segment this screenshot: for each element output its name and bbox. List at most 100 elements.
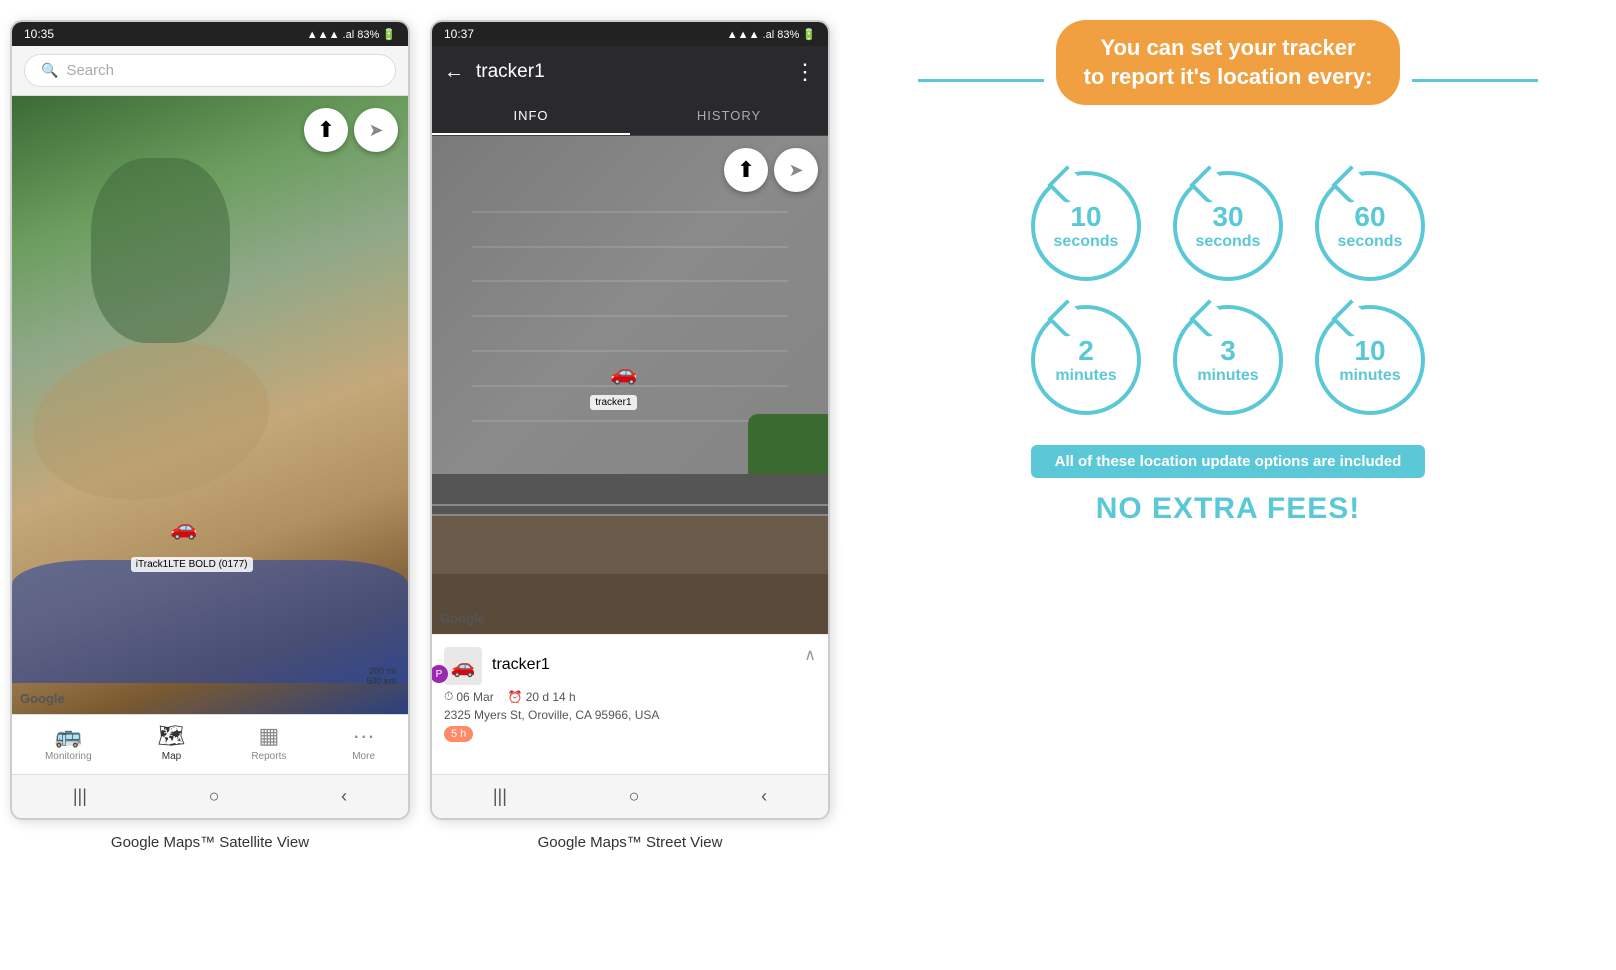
phone1-signal: ▲▲▲ .al 83% 🔋 xyxy=(307,28,396,41)
phone2-header-title: tracker1 xyxy=(476,61,782,83)
ig-no-fees: NO EXTRA FEES! xyxy=(1096,492,1361,526)
circle-unit-1: seconds xyxy=(1196,233,1261,251)
search-icon: 🔍 xyxy=(41,62,58,79)
info-meta: ⏱ 06 Mar ⏰ 20 d 14 h xyxy=(444,689,816,704)
info-row1: 🚗 P tracker1 xyxy=(444,647,816,683)
back-button[interactable]: ← xyxy=(444,61,464,84)
nav-more-label: More xyxy=(352,751,375,762)
ig-line-left xyxy=(918,79,1044,82)
phone1-search-input[interactable]: 🔍 Search xyxy=(24,54,396,87)
android-home-btn[interactable]: ○ xyxy=(209,786,220,807)
nav-map[interactable]: 🗺 Map xyxy=(158,723,186,766)
phone1-bottom-nav: 🚌 Monitoring 🗺 Map ▦ Reports ··· More xyxy=(12,714,408,774)
compass-icon2: ⬆ xyxy=(737,157,755,183)
info-duration: ⏰ 20 d 14 h xyxy=(508,689,576,704)
android-back-btn[interactable]: ‹ xyxy=(341,786,347,807)
ig-title-banner: You can set your tracker to report it's … xyxy=(1056,20,1401,105)
circle-unit-3: minutes xyxy=(1055,367,1116,385)
tracker-thumb-wrapper: 🚗 P xyxy=(444,647,482,683)
tracker-letter-badge: P xyxy=(430,665,448,683)
nav-more[interactable]: ··· More xyxy=(352,723,375,766)
timer-icon: ⏰ xyxy=(508,690,523,704)
chevron-up-icon: ∧ xyxy=(804,645,816,665)
circle-item-1: 30 seconds xyxy=(1173,171,1283,281)
circle-item-0: 10 seconds xyxy=(1031,171,1141,281)
phone2-signal: ▲▲▲ .al 83% 🔋 xyxy=(727,28,816,41)
phone1-tracker-label: iTrack1LTE BOLD (0177) xyxy=(131,557,253,572)
nav-reports-label: Reports xyxy=(251,751,286,762)
time-badge: 5 h xyxy=(444,726,473,742)
phone1-map[interactable]: ⬆ ➤ 🚗 iTrack1LTE BOLD (0177) Google 200 … xyxy=(12,96,408,714)
ig-included-text: All of these location update options are… xyxy=(1055,453,1402,470)
android-menu-btn[interactable]: ||| xyxy=(73,786,87,807)
circle-num-5: 10 xyxy=(1354,335,1385,367)
phone1: 10:35 ▲▲▲ .al 83% 🔋 🔍 Search ⬆ xyxy=(10,20,410,820)
circle-10sec: 10 seconds xyxy=(1031,171,1141,281)
android2-home-btn[interactable]: ○ xyxy=(629,786,640,807)
circle-unit-4: minutes xyxy=(1197,367,1258,385)
monitoring-icon: 🚌 xyxy=(55,723,82,749)
tab-history[interactable]: HISTORY xyxy=(630,98,828,135)
circle-item-4: 3 minutes xyxy=(1173,305,1283,415)
ig-title-line2: to report it's location every: xyxy=(1084,63,1373,92)
circle-3min: 3 minutes xyxy=(1173,305,1283,415)
phone2: 10:37 ▲▲▲ .al 83% 🔋 ← tracker1 ⋮ INFO HI… xyxy=(430,20,830,820)
phone2-status-bar: 10:37 ▲▲▲ .al 83% 🔋 xyxy=(432,22,828,46)
circle-num-3: 2 xyxy=(1078,335,1094,367)
nav-reports[interactable]: ▦ Reports xyxy=(251,723,286,766)
android2-back-btn[interactable]: ‹ xyxy=(761,786,767,807)
ig-circles-grid: 10 seconds 30 seconds 60 seconds 2 minut… xyxy=(1031,171,1425,415)
phone2-car-marker: 🚗 xyxy=(610,360,637,386)
circle-2min: 2 minutes xyxy=(1031,305,1141,415)
tracker-name: tracker1 xyxy=(492,656,550,674)
circle-unit-0: seconds xyxy=(1054,233,1119,251)
phone1-caption: Google Maps™ Satellite View xyxy=(111,834,309,851)
phone1-google-logo: Google xyxy=(20,691,65,706)
phone2-menu-button[interactable]: ⋮ xyxy=(794,59,816,85)
phone1-wrapper: 10:35 ▲▲▲ .al 83% 🔋 🔍 Search ⬆ xyxy=(10,20,410,851)
info-address: 2325 Myers St, Oroville, CA 95966, USA xyxy=(444,708,816,722)
phone1-search-bar[interactable]: 🔍 Search xyxy=(12,46,408,96)
phone2-location-btn[interactable]: ➤ xyxy=(774,148,818,192)
nav-monitoring-label: Monitoring xyxy=(45,751,92,762)
circle-unit-5: minutes xyxy=(1339,367,1400,385)
circle-num-1: 30 xyxy=(1212,201,1243,233)
phone1-compass-btn[interactable]: ⬆ xyxy=(304,108,348,152)
location-icon2: ➤ xyxy=(788,160,803,181)
clock-icon: ⏱ xyxy=(444,689,453,704)
tracker-thumbnail: 🚗 xyxy=(444,647,482,685)
circle-num-0: 10 xyxy=(1070,201,1101,233)
ig-included-banner: All of these location update options are… xyxy=(1031,445,1426,478)
tab-info[interactable]: INFO xyxy=(432,98,630,135)
phone2-caption: Google Maps™ Street View xyxy=(538,834,723,851)
phone2-tracker-label: tracker1 xyxy=(590,395,636,410)
phone2-map[interactable]: ⬆ ➤ 🚗 tracker1 Google xyxy=(432,136,828,634)
phone2-header: ← tracker1 ⋮ xyxy=(432,46,828,98)
phone1-time: 10:35 xyxy=(24,27,54,41)
phone2-compass-btn[interactable]: ⬆ xyxy=(724,148,768,192)
circle-item-2: 60 seconds xyxy=(1315,171,1425,281)
circle-60sec: 60 seconds xyxy=(1315,171,1425,281)
ig-title-line1: You can set your tracker xyxy=(1084,34,1373,63)
compass-icon: ⬆ xyxy=(317,117,335,143)
circle-10min: 10 minutes xyxy=(1315,305,1425,415)
phone2-time: 10:37 xyxy=(444,27,474,41)
phone2-google-logo: Google xyxy=(440,611,485,626)
phone2-wrapper: 10:37 ▲▲▲ .al 83% 🔋 ← tracker1 ⋮ INFO HI… xyxy=(430,20,830,851)
scale-500km: 500 km xyxy=(366,676,396,686)
android2-menu-btn[interactable]: ||| xyxy=(493,786,507,807)
search-placeholder: Search xyxy=(66,62,114,79)
phone1-satellite-map: ⬆ ➤ 🚗 iTrack1LTE BOLD (0177) Google 200 … xyxy=(12,96,408,714)
map-icon: 🗺 xyxy=(158,723,186,749)
circle-item-5: 10 minutes xyxy=(1315,305,1425,415)
phone2-street-map: ⬆ ➤ 🚗 tracker1 Google xyxy=(432,136,828,634)
scale-200mi: 200 mi xyxy=(366,666,396,676)
info-date: ⏱ 06 Mar xyxy=(444,689,494,704)
ig-line-right xyxy=(1412,79,1538,82)
phone1-android-nav: ||| ○ ‹ xyxy=(12,774,408,818)
nav-monitoring[interactable]: 🚌 Monitoring xyxy=(45,723,92,766)
reports-icon: ▦ xyxy=(258,723,279,749)
circle-num-2: 60 xyxy=(1354,201,1385,233)
nav-map-label: Map xyxy=(162,751,181,762)
phone1-location-btn[interactable]: ➤ xyxy=(354,108,398,152)
